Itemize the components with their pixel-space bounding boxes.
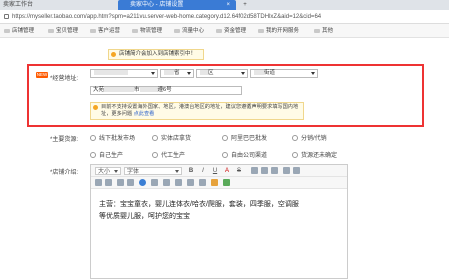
align-right-icon[interactable] <box>271 167 278 174</box>
source-option[interactable]: 线下批发市场 <box>90 133 135 142</box>
editor-toolbar <box>91 177 347 189</box>
bookmark-item[interactable]: 客户运营 <box>90 24 120 38</box>
globe-icon[interactable] <box>139 179 146 186</box>
font-color-button[interactable]: A <box>223 167 231 175</box>
folder-icon <box>314 28 320 33</box>
video-icon[interactable] <box>199 179 206 186</box>
browser-tab-strip: 卖家工作台 卖家中心 - 店铺设置 × + <box>0 0 449 10</box>
underline-button[interactable]: U <box>211 167 219 175</box>
source-option[interactable]: 自由公司渠道 <box>222 150 267 159</box>
source-option[interactable]: 分销/代销 <box>292 133 327 142</box>
source-option[interactable]: 代工生产 <box>152 150 185 159</box>
source-option[interactable]: 阿里巴巴批发 <box>222 133 267 142</box>
emoji-icon[interactable] <box>187 179 194 186</box>
city-select[interactable]: 区 <box>196 69 248 78</box>
strikethrough-button[interactable]: S <box>235 167 243 175</box>
bold-button[interactable]: B <box>187 167 195 175</box>
bookmark-item[interactable]: 宝贝管理 <box>48 24 78 38</box>
new-badge: NEW <box>36 72 48 78</box>
align-center-icon[interactable] <box>261 167 268 174</box>
folder-icon <box>174 28 180 33</box>
new-tab-button[interactable]: + <box>240 0 250 10</box>
view-more-link[interactable]: 点此查看 <box>134 111 155 117</box>
align-left-icon[interactable] <box>251 167 258 174</box>
tab-seller-workbench[interactable]: 卖家工作台 <box>0 0 96 10</box>
chevron-down-icon <box>151 72 155 75</box>
folder-icon <box>90 28 96 33</box>
folder-icon <box>216 28 222 33</box>
bookmark-item[interactable]: 资金管理 <box>216 24 246 38</box>
address-bar[interactable]: https://myseller.taobao.com/app.htm?spm=… <box>0 10 449 24</box>
folder-icon <box>4 28 10 33</box>
redo-icon[interactable] <box>105 179 112 186</box>
list-icon[interactable] <box>283 167 290 174</box>
paint-icon[interactable] <box>211 179 218 186</box>
district-select[interactable]: 街道 <box>250 69 318 78</box>
tab-store-settings-label: 卖家中心 - 店铺设置 <box>130 2 184 8</box>
folder-icon <box>132 28 138 33</box>
picture-icon[interactable] <box>223 179 230 186</box>
bookmark-item[interactable]: 物流管理 <box>132 24 162 38</box>
font-size-select[interactable]: 大小 <box>95 167 121 175</box>
chevron-down-icon <box>241 72 245 75</box>
province-select[interactable]: 省 <box>160 69 194 78</box>
link-icon[interactable] <box>151 179 158 186</box>
unlink-icon[interactable] <box>163 179 170 186</box>
bookmarks-bar: 店铺管理 宝贝管理 客户运营 物流管理 流量中心 资金管理 我的开网服务 其他 <box>0 24 449 38</box>
detail-address-input[interactable]: 大苑市遵6号 <box>90 86 242 95</box>
intro-label: *店铺介绍: <box>50 170 79 176</box>
bookmark-item[interactable]: 我的开网服务 <box>258 24 299 38</box>
close-icon[interactable]: × <box>226 0 230 10</box>
font-family-select[interactable]: 字体 <box>124 167 182 175</box>
info-icon <box>93 105 98 110</box>
code-icon[interactable] <box>175 179 182 186</box>
index-notice: 店铺简介会加入到店铺索引中！ <box>108 49 204 60</box>
source-option[interactable]: 自己生产 <box>90 150 123 159</box>
address-label: *经营地址: <box>50 76 79 82</box>
rich-text-editor[interactable]: 大小 字体 B I U A S 主营：宝宝童衣，婴儿连体衣/哈衣/爬服，套装，四… <box>90 164 348 279</box>
lock-icon <box>4 13 9 19</box>
address-url: https://myseller.taobao.com/app.htm?spm=… <box>12 14 322 20</box>
info-icon <box>111 52 116 57</box>
address-tip: 目前不支持设置海外国家、地区，港澳台地区的地址，建议您遵循声明要求填写国内地址，… <box>90 102 304 120</box>
table-icon[interactable] <box>117 179 124 186</box>
bookmark-item[interactable]: 其他 <box>314 24 333 38</box>
folder-icon <box>48 28 54 33</box>
folder-icon <box>258 28 264 33</box>
image-icon[interactable] <box>127 179 134 186</box>
source-option[interactable]: 货源还未确定 <box>292 150 337 159</box>
editor-toolbar: 大小 字体 B I U A S <box>91 165 347 177</box>
tab-store-settings[interactable]: 卖家中心 - 店铺设置 × <box>118 0 236 10</box>
editor-content[interactable]: 主营：宝宝童衣，婴儿连体衣/哈衣/爬服，套装，四季服，空调服等优质婴儿服，呵护您… <box>99 199 304 223</box>
bookmark-item[interactable]: 流量中心 <box>174 24 204 38</box>
bookmark-item[interactable]: 店铺管理 <box>4 24 34 38</box>
chevron-down-icon <box>311 72 315 75</box>
source-label: *主要货源: <box>50 137 79 143</box>
italic-button[interactable]: I <box>199 167 207 175</box>
chevron-down-icon <box>187 72 191 75</box>
country-select[interactable] <box>90 69 158 78</box>
indent-icon[interactable] <box>293 167 300 174</box>
undo-icon[interactable] <box>95 179 102 186</box>
source-option[interactable]: 实体店拿货 <box>152 133 191 142</box>
